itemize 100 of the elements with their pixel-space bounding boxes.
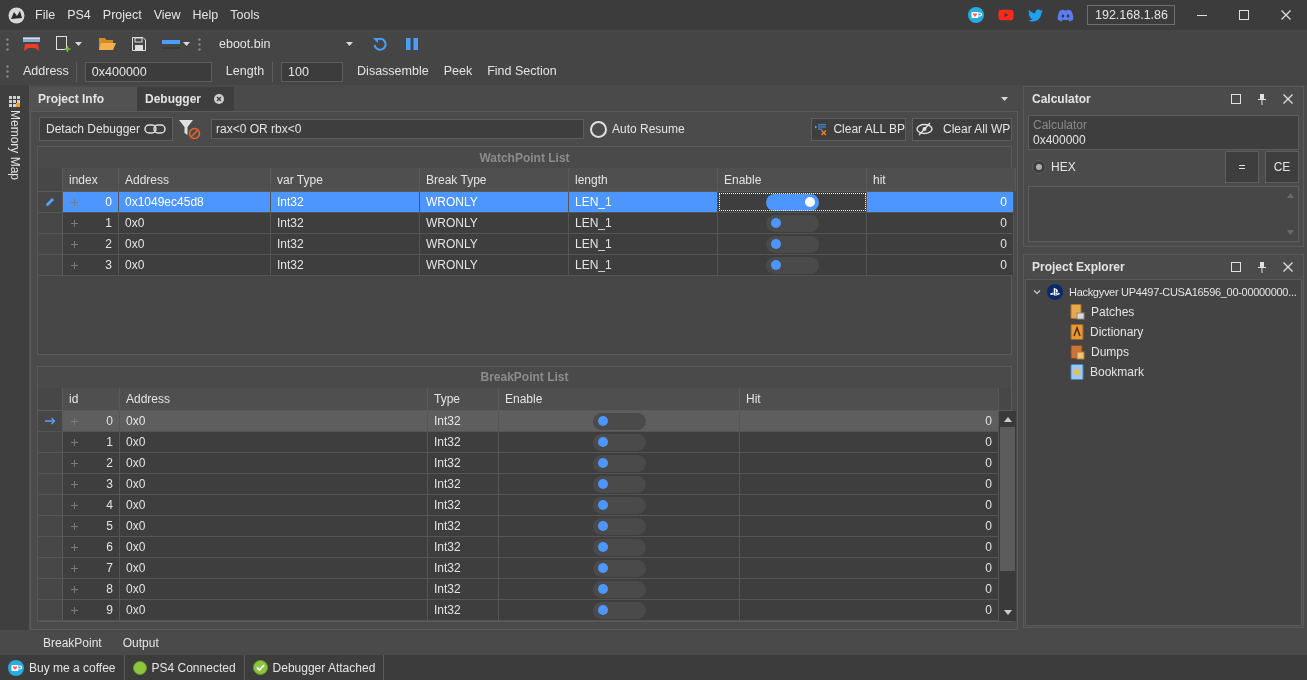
toggle-switch[interactable] xyxy=(592,496,646,514)
plus-icon[interactable] xyxy=(71,501,78,509)
column-header[interactable]: Address xyxy=(126,389,171,408)
menu-item[interactable]: Project xyxy=(96,4,148,26)
tree-item[interactable]: Hackgyver UP4497-CUSA16596_00-00000000... xyxy=(1069,283,1297,301)
toggle-switch[interactable] xyxy=(765,256,819,274)
twitter-bird-icon[interactable] xyxy=(1028,7,1043,23)
scrollbar[interactable] xyxy=(999,411,1016,621)
new-file-icon[interactable] xyxy=(56,36,71,52)
table-row[interactable]: 4 0x0 Int32 0 xyxy=(38,495,999,516)
bottom-tab[interactable]: Output xyxy=(116,632,165,653)
chevron-down-icon[interactable] xyxy=(1033,288,1041,296)
length-input[interactable]: 100 xyxy=(281,61,344,82)
tab-list-caret-icon[interactable] xyxy=(1001,97,1008,101)
file-dropdown[interactable]: eboot.bin xyxy=(219,34,355,54)
coffee-cup-icon[interactable] xyxy=(8,659,24,676)
folder-icon[interactable] xyxy=(99,37,116,51)
filter-icon[interactable] xyxy=(179,118,201,140)
table-row[interactable]: 2 0x0 Int32 0 xyxy=(38,453,999,474)
tree-item[interactable]: Dictionary xyxy=(1090,323,1144,341)
table-row[interactable]: 5 0x0 Int32 0 xyxy=(38,516,999,537)
column-header[interactable]: Hit xyxy=(746,389,761,408)
scroll-down-icon[interactable] xyxy=(1003,610,1012,615)
menu-item[interactable]: PS4 xyxy=(61,4,97,26)
line-color-icon[interactable] xyxy=(162,39,180,49)
calculator-button[interactable]: = xyxy=(1225,151,1259,183)
close-tab-icon[interactable] xyxy=(214,94,224,104)
toolbar-button[interactable]: Disassemble xyxy=(351,60,435,83)
close-icon[interactable] xyxy=(1283,262,1293,272)
toolbar-button[interactable]: Find Section xyxy=(481,60,563,83)
clear-watchpoints-button[interactable]: Clear All WP xyxy=(912,117,1012,141)
tree-item[interactable]: Patches xyxy=(1091,303,1135,321)
pause-icon[interactable] xyxy=(406,38,418,50)
caret-icon[interactable] xyxy=(183,42,190,46)
column-header[interactable]: id xyxy=(69,389,79,408)
plus-icon[interactable] xyxy=(71,219,78,227)
toggle-switch[interactable] xyxy=(765,235,819,253)
detach-button[interactable]: Detach Debugger xyxy=(39,117,173,141)
table-row[interactable]: 3 0x0 Int32 WRONLY LEN_1 0 xyxy=(38,255,1011,276)
toggle-switch[interactable] xyxy=(592,412,646,430)
toggle-switch[interactable] xyxy=(592,475,646,493)
plus-icon[interactable] xyxy=(71,522,78,530)
menu-item[interactable]: File xyxy=(29,4,62,26)
toolbar-button[interactable]: Peek xyxy=(437,60,479,83)
bottom-tab[interactable]: BreakPoint xyxy=(37,632,108,653)
toggle-switch[interactable] xyxy=(592,559,646,577)
toggle-switch[interactable] xyxy=(592,517,646,535)
tree-item[interactable]: Dumps xyxy=(1091,343,1129,361)
coffee-cup-icon[interactable] xyxy=(968,7,984,23)
toggle-switch[interactable] xyxy=(592,538,646,556)
float-window-icon[interactable] xyxy=(1231,94,1241,104)
document-tab[interactable]: Project Info xyxy=(30,87,137,111)
calculator-input[interactable]: Calculator 0x400000 xyxy=(1028,115,1299,150)
table-row[interactable]: 3 0x0 Int32 0 xyxy=(38,474,999,495)
column-header[interactable]: Enable xyxy=(505,389,543,408)
document-tab[interactable]: Debugger xyxy=(137,87,234,111)
table-row[interactable]: 1 0x0 Int32 WRONLY LEN_1 0 xyxy=(38,213,1011,234)
plus-icon[interactable] xyxy=(71,240,78,248)
grid-icon[interactable] xyxy=(9,96,20,107)
close-icon[interactable] xyxy=(1283,94,1293,104)
table-row[interactable]: 7 0x0 Int32 0 xyxy=(38,558,999,579)
menu-item[interactable]: Tools xyxy=(224,4,266,26)
status-text[interactable]: Buy me a coffee xyxy=(29,658,116,677)
toggle-switch[interactable] xyxy=(592,580,646,598)
plus-icon[interactable] xyxy=(71,585,78,593)
calculator-button[interactable]: CE xyxy=(1265,151,1299,183)
table-row[interactable]: 2 0x0 Int32 WRONLY LEN_1 0 xyxy=(38,234,1011,255)
ip-address-field[interactable]: 192.168.1.86 xyxy=(1087,5,1175,25)
table-row[interactable]: 9 0x0 Int32 0 xyxy=(38,600,999,621)
side-tab[interactable]: Memory Map xyxy=(5,110,24,180)
clear-breakpoints-button[interactable]: Clear ALL BP xyxy=(811,117,906,141)
toggle-switch[interactable] xyxy=(765,193,819,211)
caret-icon[interactable] xyxy=(75,42,82,46)
tree-item[interactable]: Bookmark xyxy=(1090,363,1145,381)
toggle-switch[interactable] xyxy=(592,454,646,472)
toggle-switch[interactable] xyxy=(592,601,646,619)
youtube-icon[interactable] xyxy=(998,7,1014,23)
save-icon[interactable] xyxy=(132,37,146,51)
menu-item[interactable]: Help xyxy=(186,4,225,26)
table-row[interactable]: 0 0x0 Int32 0 xyxy=(38,411,999,432)
pin-icon[interactable] xyxy=(1258,93,1266,105)
column-header[interactable]: hit xyxy=(873,170,886,189)
scroll-up-icon[interactable] xyxy=(1003,417,1012,422)
plus-icon[interactable] xyxy=(71,543,78,551)
plus-icon[interactable] xyxy=(71,564,78,572)
toggle-switch[interactable] xyxy=(592,433,646,451)
refresh-icon[interactable] xyxy=(373,37,387,51)
column-header[interactable]: length xyxy=(575,170,608,189)
plus-icon[interactable] xyxy=(71,480,78,488)
plus-icon[interactable] xyxy=(71,459,78,467)
menu-item[interactable]: View xyxy=(147,4,187,26)
pin-icon[interactable] xyxy=(1258,261,1266,273)
controller-icon[interactable] xyxy=(23,36,40,52)
plus-icon[interactable] xyxy=(71,606,78,614)
address-input[interactable]: 0x400000 xyxy=(84,61,212,82)
table-row[interactable]: 6 0x0 Int32 0 xyxy=(38,537,999,558)
plus-icon[interactable] xyxy=(71,438,78,446)
toggle-switch[interactable] xyxy=(765,214,819,232)
radio-button[interactable] xyxy=(1032,160,1046,174)
float-window-icon[interactable] xyxy=(1231,262,1241,272)
